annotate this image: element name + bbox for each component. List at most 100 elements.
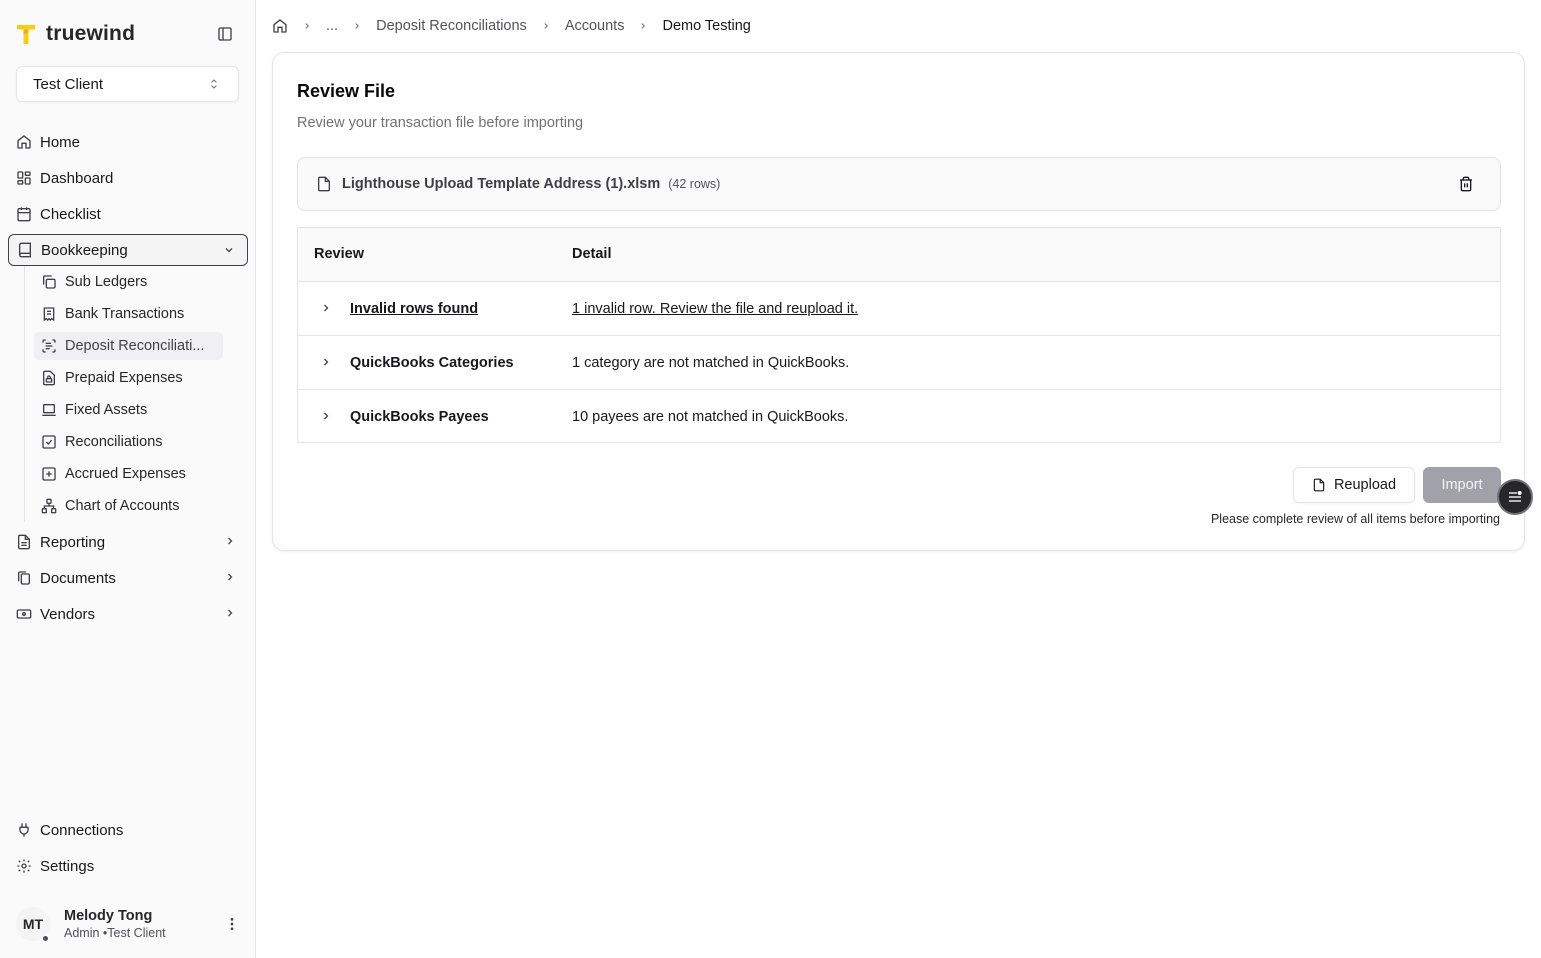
copy-icon [41,274,57,290]
panel-left-icon [217,26,233,42]
nav-item-documents[interactable]: Documents [8,562,248,594]
files-icon [16,570,32,586]
chevrons-up-down-icon [208,77,220,91]
page-title: Review File [297,81,396,101]
sidebar: truewind Test Client Home Dashboard Chec… [0,0,256,958]
import-button[interactable]: Import [1423,467,1501,503]
sidebar-item-fixed-assets[interactable]: Fixed Assets [34,396,147,424]
import-hint: Please complete review of all items befo… [1210,512,1500,526]
nav-label-bookkeeping: Bookkeeping [41,241,128,259]
truewind-logo-icon [14,22,38,46]
reupload-button[interactable]: Reupload [1293,467,1415,503]
file-icon [1312,477,1326,493]
review-detail-invalid-rows[interactable]: 1 invalid row. Review the file and reupl… [572,301,858,317]
breadcrumb-accounts[interactable]: Accounts [565,18,625,34]
user-role: Admin •Test Client [64,926,166,940]
chevron-right-icon [224,607,236,619]
sidebar-item-label: Chart of Accounts [65,498,180,514]
sidebar-item-label: Prepaid Expenses [65,370,183,386]
nav-item-bookkeeping[interactable]: Bookkeeping [8,234,248,266]
breadcrumb-current: Demo Testing [662,18,751,34]
file-name: Lighthouse Upload Template Address (1).x… [342,176,661,192]
table-header: Review Detail [298,228,1500,282]
sidebar-item-label: Fixed Assets [65,402,148,418]
breadcrumb: ... Deposit Reconciliations Accounts Dem… [272,16,751,36]
network-icon [41,498,57,514]
table-row[interactable]: QuickBooks Categories 1 category are not… [298,336,1500,390]
nav-label-vendors: Vendors [40,605,96,623]
review-detail-quickbooks-categories: 1 category are not matched in QuickBooks… [572,355,850,371]
brand-name: truewind [46,22,136,45]
gear-icon [16,858,32,874]
review-item-quickbooks-payees: QuickBooks Payees [350,409,489,425]
file-lock-icon [41,370,57,386]
breadcrumb-deposit-reconciliations[interactable]: Deposit Reconciliations [376,18,527,34]
sidebar-item-label: Bank Transactions [65,306,185,322]
nav-item-reporting[interactable]: Reporting [8,526,248,558]
client-select[interactable]: Test Client [16,66,239,102]
square-check-icon [41,434,57,450]
chevron-right-icon [302,21,312,31]
nav-item-home[interactable]: Home [8,126,248,158]
list-icon [1507,490,1523,504]
file-text-icon [16,534,32,550]
nav-item-dashboard[interactable]: Dashboard [8,162,248,194]
nav-label-connections: Connections [40,821,124,839]
client-select-value: Test Client [33,75,104,93]
table-row[interactable]: QuickBooks Payees 10 payees are not matc… [298,390,1500,444]
uploaded-file: Lighthouse Upload Template Address (1).x… [297,157,1501,211]
sidebar-item-reconciliations[interactable]: Reconciliations [34,428,163,456]
nav-item-checklist[interactable]: Checklist [8,198,248,230]
submenu-divider [24,266,25,522]
review-item-invalid-rows[interactable]: Invalid rows found [350,301,478,317]
chevron-right-icon [224,571,236,583]
trash-icon[interactable] [1458,176,1474,192]
sidebar-item-accrued-expenses[interactable]: Accrued Expenses [34,460,186,488]
review-file-card: Review File Review your transaction file… [272,52,1525,551]
book-icon [17,242,33,258]
status-dot [43,936,48,941]
scan-text-icon [41,338,57,354]
laptop-icon [41,402,57,418]
brand[interactable]: truewind [14,22,135,46]
page-subtitle: Review your transaction file before impo… [297,115,584,131]
column-header-detail: Detail [572,246,612,262]
sidebar-toggle-button[interactable] [214,23,236,45]
chevron-right-icon [638,21,648,31]
file-icon [316,175,332,193]
nav-item-settings[interactable]: Settings [8,850,248,882]
sidebar-item-chart-of-accounts[interactable]: Chart of Accounts [34,492,179,520]
chevron-right-icon[interactable] [320,409,332,423]
floating-assistant-button[interactable] [1497,479,1533,515]
sidebar-item-label: Sub Ledgers [65,274,148,290]
chevron-right-icon [224,535,236,547]
chevron-right-icon[interactable] [320,301,332,315]
avatar: MT [16,907,50,941]
sidebar-item-prepaid-expenses[interactable]: Prepaid Expenses [34,364,183,392]
breadcrumb-ellipsis[interactable]: ... [326,18,338,34]
user-name: Melody Tong [64,908,153,924]
column-header-review: Review [314,246,364,262]
home-icon [16,134,32,150]
review-table: Review Detail Invalid rows found 1 inval… [297,227,1501,443]
dashboard-icon [16,170,32,186]
chevron-right-icon[interactable] [320,355,332,369]
banknote-icon [16,606,32,622]
sidebar-item-label: Accrued Expenses [65,466,186,482]
sidebar-item-sub-ledgers[interactable]: Sub Ledgers [34,268,147,296]
more-vertical-icon[interactable] [224,916,240,932]
sidebar-item-bank-transactions[interactable]: Bank Transactions [34,300,184,328]
home-icon[interactable] [272,18,288,34]
sidebar-item-deposit-reconciliations[interactable]: Deposit Reconciliati... [34,332,223,360]
nav-item-connections[interactable]: Connections [8,814,248,846]
nav-label-settings: Settings [40,857,95,875]
nav-item-vendors[interactable]: Vendors [8,598,248,630]
chevron-down-icon [223,244,235,256]
table-row[interactable]: Invalid rows found 1 invalid row. Review… [298,282,1500,336]
user-profile[interactable]: MT Melody Tong Admin •Test Client [16,904,246,944]
nav-label-checklist: Checklist [40,205,101,223]
nav-label-reporting: Reporting [40,533,106,551]
nav-label-dashboard: Dashboard [40,169,114,187]
chevron-right-icon [352,21,362,31]
avatar-initials: MT [22,916,44,932]
